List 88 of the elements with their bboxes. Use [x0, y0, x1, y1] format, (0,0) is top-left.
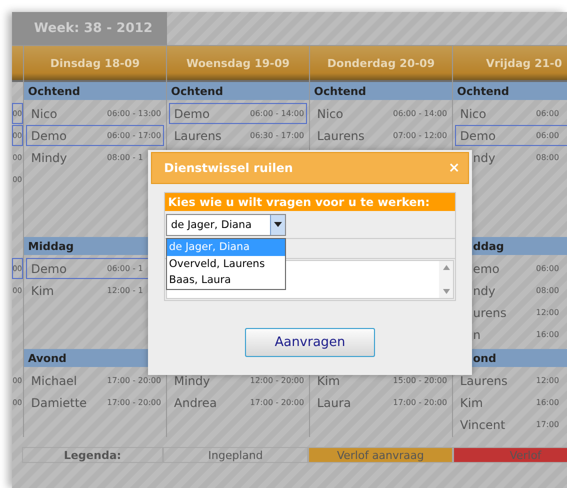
- employee-name: Demo: [173, 106, 210, 120]
- day-header: Vrijdag 21-0: [453, 46, 567, 82]
- legend-item: Verlof: [453, 447, 567, 463]
- dropdown-option[interactable]: Baas, Laura: [167, 272, 285, 288]
- shift-entry[interactable]: Nico 06:00 - 14:00: [312, 103, 450, 124]
- day-header: Woensdag 19-09: [167, 46, 309, 82]
- employee-name: Demo: [30, 128, 67, 142]
- shift-time: 17:00 - 20:00: [107, 376, 162, 385]
- shift-time: 06:00: [536, 109, 560, 118]
- shift-time: 12:00: [536, 308, 560, 317]
- day-header: [12, 46, 23, 82]
- shift-time: 07:00 - 12:00: [393, 131, 448, 140]
- shift-time: 06:00 - 14:00: [250, 109, 304, 118]
- employee-name: Laurens: [173, 128, 222, 142]
- employee-name: ndy: [472, 150, 496, 164]
- day-header: Dinsdag 18-09: [24, 46, 166, 82]
- day-header: Donderdag 20-09: [310, 46, 452, 82]
- shift-time: 06:00: [536, 264, 560, 273]
- dropdown-option[interactable]: de Jager, Diana: [167, 239, 285, 256]
- shift-time: 08:00 - 1: [107, 153, 144, 162]
- shift-time: 12:00 - 20:00: [250, 376, 304, 385]
- shift-entry[interactable]: Laurens 06:30 - 17:00: [169, 125, 307, 146]
- scroll-down-icon[interactable]: [442, 289, 450, 294]
- shift-entry[interactable]: Laurens 12:00: [455, 370, 567, 391]
- shift-entry[interactable]: Demo 06:00 - 14:00: [169, 103, 307, 124]
- shift-time: 12:00: [536, 376, 560, 385]
- shift-band: Ochtend: [24, 82, 166, 100]
- shift-time: 17:00 - 20:00: [107, 398, 162, 407]
- shift-entry[interactable]: Demo 06:00 - 17:00: [26, 125, 164, 146]
- shift-entry[interactable]: Michael 17:00 - 20:00: [26, 370, 164, 391]
- request-button[interactable]: Aanvragen: [245, 328, 375, 357]
- shift-time: 06:00 - 13:00: [107, 109, 162, 118]
- shift-time: 17:00 - 20:00: [393, 398, 448, 407]
- shift-band: Ochtend: [310, 82, 452, 100]
- shift-time: 06:00: [536, 131, 560, 140]
- employee-name: Kim: [316, 374, 340, 388]
- employee-name: Demo: [30, 262, 67, 276]
- shift-time: 06:00 - 17:00: [107, 131, 162, 140]
- employee-name: Nico: [459, 106, 486, 120]
- shift-time: 06:00 - 1: [107, 264, 144, 273]
- shift-entry[interactable]: Nico 06:00: [455, 103, 567, 124]
- legend-item: Ingepland: [163, 447, 308, 463]
- shift-time: 16:00: [536, 398, 560, 407]
- employee-name: Laurens: [316, 128, 365, 142]
- employee-name: Damiette: [30, 396, 87, 410]
- shift-time: 15:00 - 20:00: [393, 376, 448, 385]
- employee-name: Nico: [30, 106, 58, 120]
- legend-item: Verlof aanvraag: [308, 447, 453, 463]
- employee-name: urens: [472, 306, 507, 320]
- employee-name: Kim: [30, 284, 54, 298]
- employee-name: Nico: [316, 106, 344, 120]
- employee-name: Vincent: [459, 418, 506, 432]
- scroll-up-icon[interactable]: [442, 265, 450, 270]
- employee-name: Michael: [30, 374, 77, 388]
- shift-entry[interactable]: Laura 17:00 - 20:00: [312, 392, 450, 413]
- shift-time: 08:00: [536, 286, 560, 295]
- employee-name: Laurens: [459, 374, 508, 388]
- employee-name: Andrea: [173, 396, 217, 410]
- employee-name: Mindy: [173, 374, 210, 388]
- employee-name: ndy: [472, 284, 496, 298]
- shift-entry[interactable]: Kim 16:00: [455, 392, 567, 413]
- shift-entry[interactable]: Demo 06:00: [455, 125, 567, 146]
- employee-name: Demo: [459, 128, 496, 142]
- shift-time: 17:00 - 20:00: [250, 398, 304, 407]
- shift-time: 16:00: [536, 330, 560, 339]
- shift-time: 12:00 - 1: [107, 286, 144, 295]
- shift-band: Ochtend: [453, 82, 567, 100]
- prompt-label: Kies wie u wilt vragen voor u te werken:: [165, 193, 455, 211]
- employee-name: Mindy: [30, 150, 68, 164]
- employee-name: Kim: [459, 396, 483, 410]
- shift-entry[interactable]: Andrea 17:00 - 20:00: [169, 392, 307, 413]
- legend-title: Legenda:: [22, 447, 163, 463]
- shift-entry[interactable]: Damiette 17:00 - 20:00: [26, 392, 164, 413]
- employee-select[interactable]: de Jager, Diana: [166, 214, 286, 236]
- employee-name: n: [472, 328, 481, 342]
- shift-entry[interactable]: Vincent 17:00: [455, 414, 567, 435]
- employee-name: Laura: [316, 396, 351, 410]
- shift-time: 08:00: [536, 153, 560, 162]
- dropdown-option[interactable]: Overveld, Laurens: [167, 256, 285, 272]
- shift-entry[interactable]: Nico 06:00 - 13:00: [26, 103, 164, 124]
- dialog-title: Dienstwissel ruilen: [164, 161, 293, 175]
- scrollbar[interactable]: [439, 261, 453, 298]
- shift-band: Ochtend: [167, 82, 309, 100]
- shift-time: 06:30 - 17:00: [250, 131, 304, 140]
- shift-entry[interactable]: Laurens 07:00 - 12:00: [312, 125, 450, 146]
- employee-name: emo: [472, 262, 500, 276]
- shift-time: 06:00 - 14:00: [393, 109, 448, 118]
- shift-time: 17:00: [536, 420, 560, 429]
